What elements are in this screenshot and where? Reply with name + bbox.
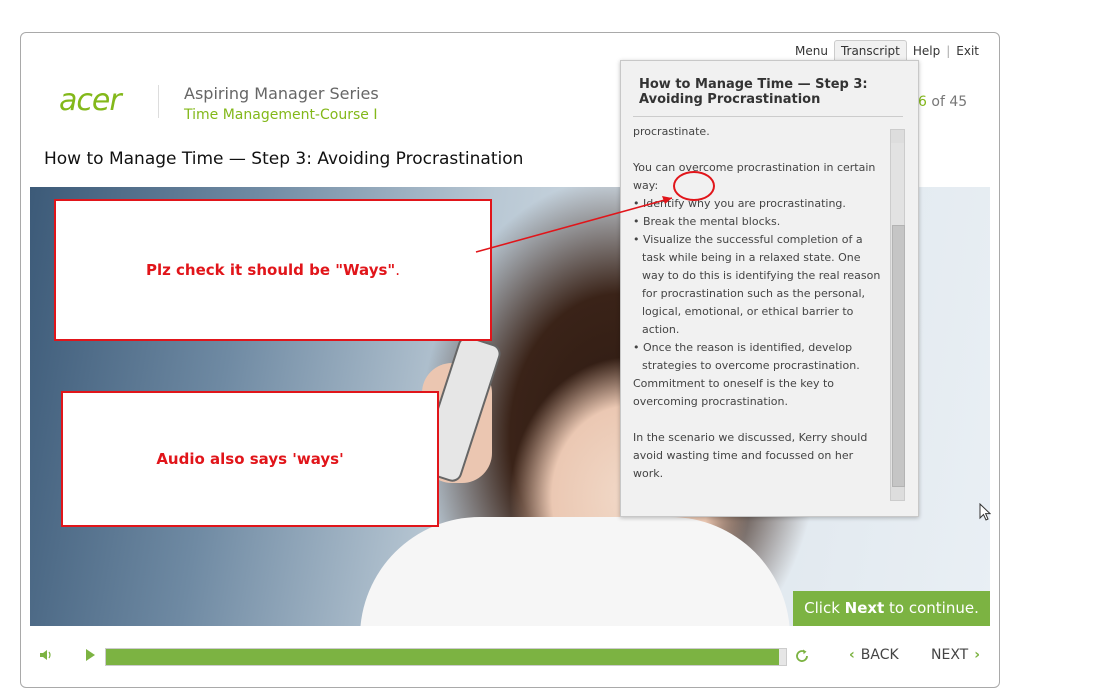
mouse-cursor-icon xyxy=(979,503,991,521)
scroll-up-arrow-icon[interactable] xyxy=(891,130,904,143)
transcript-title: How to Manage Time — Step 3: Avoiding Pr… xyxy=(639,77,868,107)
transcript-line: procrastinate. xyxy=(633,125,710,138)
chevron-left-icon: ‹ xyxy=(849,647,855,663)
page-current: 6 xyxy=(918,94,927,110)
click-next-suffix: to continue. xyxy=(884,599,979,617)
chevron-right-icon: › xyxy=(974,647,980,663)
slide-title: How to Manage Time — Step 3: Avoiding Pr… xyxy=(44,149,524,169)
transcript-panel: How to Manage Time — Step 3: Avoiding Pr… xyxy=(620,60,919,517)
review-note-ways: Plz check it should be "Ways". xyxy=(54,199,492,341)
transcript-bullet: • Break the mental blocks. xyxy=(633,215,781,228)
player-controls: ‹ BACK NEXT › xyxy=(21,639,999,675)
transcript-divider xyxy=(633,116,903,117)
transcript-paragraph: Commitment to oneself is the key to over… xyxy=(633,377,835,408)
exit-button[interactable]: Exit xyxy=(950,40,985,62)
back-button[interactable]: ‹ BACK xyxy=(849,647,899,663)
review-note-ways-text: Plz check it should be "Ways" xyxy=(145,261,396,279)
progress-fill xyxy=(106,649,780,665)
transcript-paragraph: In the scenario we discussed, Kerry shou… xyxy=(633,431,868,480)
series-title: Aspiring Manager Series xyxy=(184,84,379,103)
scroll-down-arrow-icon[interactable] xyxy=(891,487,904,500)
highlight-circle xyxy=(673,171,715,201)
course-title: Time Management-Course I xyxy=(184,107,378,123)
logo-divider xyxy=(158,85,159,118)
transcript-scrollbar[interactable] xyxy=(890,129,905,501)
click-next-bold: Next xyxy=(844,599,885,617)
page-counter: 6 of 45 xyxy=(918,94,967,110)
transcript-body: procrastinate. You can overcome procrast… xyxy=(633,123,883,499)
scroll-thumb[interactable] xyxy=(892,225,905,487)
play-icon[interactable] xyxy=(83,648,97,662)
menu-button[interactable]: Menu xyxy=(789,40,834,62)
woman-shirt xyxy=(360,517,790,626)
transcript-bullet: • Once the reason is identified, develop… xyxy=(633,341,860,372)
click-next-prefix: Click xyxy=(804,599,845,617)
transcript-paragraph: You can overcome procrastination in cert… xyxy=(633,161,876,192)
help-button[interactable]: Help xyxy=(907,40,946,62)
back-label: BACK xyxy=(860,647,899,663)
next-button[interactable]: NEXT › xyxy=(931,647,980,663)
speaker-icon[interactable] xyxy=(39,648,53,662)
next-label: NEXT xyxy=(931,647,969,663)
review-note-audio: Audio also says 'ways' xyxy=(61,391,439,527)
transcript-bullet: • Visualize the successful completion of… xyxy=(633,233,881,336)
acer-logo: acer xyxy=(59,83,122,118)
page-total: of 45 xyxy=(926,94,968,110)
review-note-audio-text: Audio also says 'ways' xyxy=(156,450,344,468)
click-next-banner[interactable]: Click Next to continue. xyxy=(793,591,990,626)
progress-bar[interactable] xyxy=(105,648,787,666)
review-note-ways-tail: . xyxy=(395,261,401,279)
replay-icon[interactable] xyxy=(794,648,810,664)
transcript-bullet: • Identify why you are procrastinating. xyxy=(633,197,846,210)
